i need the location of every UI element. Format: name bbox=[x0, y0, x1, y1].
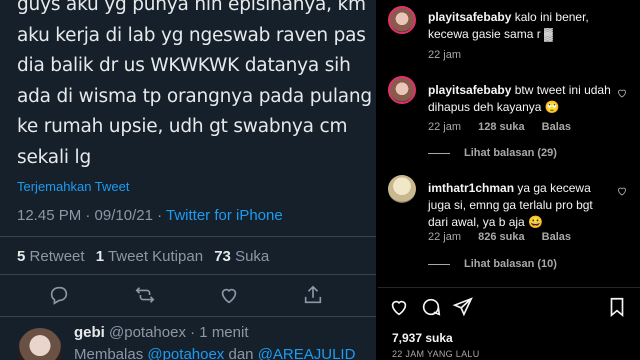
reply-author-handle: @potahoex bbox=[109, 324, 186, 341]
divider bbox=[0, 274, 376, 275]
comment-text: imthatr1chman ya ga kecewa juga si, emng… bbox=[428, 180, 614, 231]
replying-to: Membalas @potahoex dan @AREAJULID bbox=[74, 346, 355, 360]
comment-username[interactable]: imthatr1chman bbox=[428, 181, 514, 195]
tweet-text: guys aku yg punya nih episinanya, km aku… bbox=[17, 0, 372, 174]
tweet-text-line: guys aku yg punya nih episinanya, km bbox=[17, 0, 366, 15]
retweet-count[interactable]: 5 Retweet bbox=[17, 248, 85, 265]
reply-header: gebi @potahoex · 1 menit bbox=[74, 324, 249, 341]
comment-like-heart-icon[interactable] bbox=[616, 86, 630, 100]
comment-likes[interactable]: 128 suka bbox=[478, 121, 524, 133]
reply-button[interactable]: Balas bbox=[542, 121, 571, 133]
reply-button[interactable]: Balas bbox=[542, 231, 571, 243]
comment-meta: 22 jam 128 suka Balas bbox=[428, 121, 585, 133]
tweet-text-line: dia balik dr us WKWKWK datanya sih bbox=[17, 55, 351, 77]
comment-time: 22 jam bbox=[428, 231, 462, 243]
tweet-text-line: ada di wisma tp orangnya pada pulang bbox=[17, 85, 372, 107]
translate-tweet-link[interactable]: Terjemahkan Tweet bbox=[17, 179, 130, 194]
heart-icon[interactable] bbox=[388, 296, 412, 320]
mention-link[interactable]: @potahoex bbox=[147, 346, 224, 360]
bookmark-icon[interactable] bbox=[606, 296, 630, 320]
comment-like-heart-icon[interactable] bbox=[616, 184, 630, 198]
avatar[interactable] bbox=[388, 6, 416, 34]
tweet-timestamp: 12.45 PM · 09/10/21 · Twitter for iPhone bbox=[17, 207, 283, 224]
avatar[interactable] bbox=[18, 328, 62, 360]
comment-likes[interactable]: 826 suka bbox=[478, 231, 524, 243]
tweet-action-bar bbox=[0, 284, 376, 312]
tweet-text-line: sekali lg bbox=[17, 146, 91, 168]
comment-meta: 22 jam 826 suka Balas bbox=[428, 231, 585, 243]
reply-tweet[interactable]: gebi @potahoex · 1 menit Membalas @potah… bbox=[0, 322, 376, 360]
instagram-comments-panel: playitsafebaby kalo ini bener, kecewa ga… bbox=[378, 0, 640, 360]
comment-text: playitsafebaby kalo ini bener, kecewa ga… bbox=[428, 9, 614, 43]
replies-dash bbox=[428, 152, 450, 154]
comment-username[interactable]: playitsafebaby bbox=[428, 83, 511, 97]
view-replies-button[interactable]: Lihat balasan (29) bbox=[428, 147, 557, 159]
post-likes-count[interactable]: 7,937 suka bbox=[392, 331, 453, 345]
tweet-text-line: ke rumah upsie, udh gt swabnya cm bbox=[17, 116, 348, 138]
quote-tweet-count[interactable]: 1 Tweet Kutipan bbox=[96, 248, 203, 265]
reply-author-name[interactable]: gebi bbox=[74, 324, 105, 341]
avatar[interactable] bbox=[388, 175, 416, 203]
tweet-client-link[interactable]: Twitter for iPhone bbox=[166, 207, 283, 224]
tweet-text-line: aku kerja di lab yg ngeswab raven pas bbox=[17, 24, 366, 46]
post-action-bar bbox=[378, 296, 640, 320]
reply-icon[interactable] bbox=[48, 284, 72, 308]
reply-age: · 1 menit bbox=[190, 324, 249, 341]
like-icon[interactable] bbox=[218, 284, 242, 308]
tweet-time: 12.45 PM · 09/10/21 · bbox=[17, 207, 166, 224]
comment-meta: 22 jam bbox=[428, 49, 475, 61]
avatar[interactable] bbox=[388, 76, 416, 104]
comment-username[interactable]: playitsafebaby bbox=[428, 10, 511, 24]
send-icon[interactable] bbox=[452, 296, 476, 320]
share-icon[interactable] bbox=[302, 284, 326, 308]
comment-icon[interactable] bbox=[420, 296, 444, 320]
divider bbox=[0, 236, 376, 237]
tweet-screenshot: guys aku yg punya nih episinanya, km aku… bbox=[0, 0, 376, 360]
comment-time: 22 jam bbox=[428, 49, 462, 61]
post-timestamp: 22 JAM YANG LALU bbox=[392, 349, 480, 359]
tweet-stats: 5 Retweet 1 Tweet Kutipan 73 Suka bbox=[17, 248, 276, 265]
view-replies-button[interactable]: Lihat balasan (10) bbox=[428, 258, 557, 270]
replies-dash bbox=[428, 263, 450, 265]
mention-link[interactable]: @AREAJULID bbox=[258, 346, 356, 360]
like-count[interactable]: 73 Suka bbox=[214, 248, 269, 265]
comment-text: playitsafebaby btw tweet ini udah dihapu… bbox=[428, 82, 614, 116]
retweet-icon[interactable] bbox=[134, 284, 158, 308]
divider bbox=[378, 287, 640, 288]
divider bbox=[0, 316, 376, 317]
comment-time: 22 jam bbox=[428, 121, 462, 133]
